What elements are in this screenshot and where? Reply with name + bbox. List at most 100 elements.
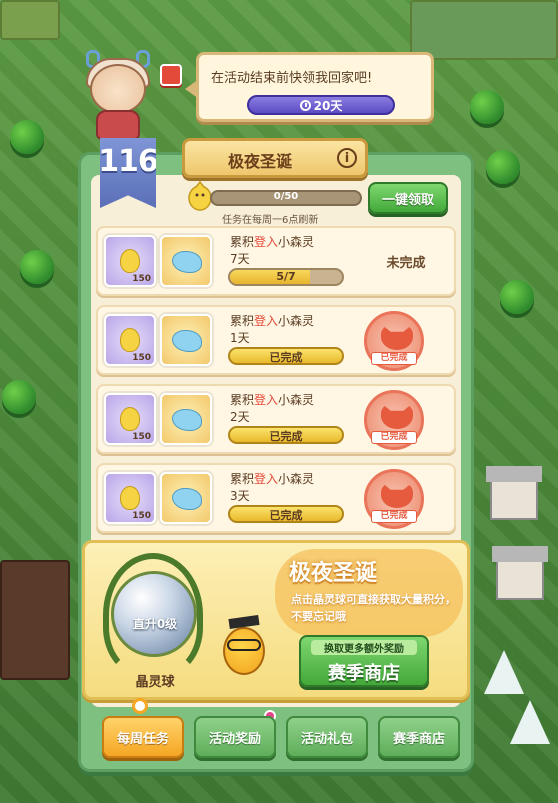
- task-desc-suffix: 小森灵: [278, 393, 315, 407]
- task-days: 3天: [230, 489, 250, 503]
- task-description: 累积登入小森灵 2天: [230, 392, 314, 426]
- task-progress-bar: 5/7: [228, 268, 344, 286]
- task-progress-bar: 已完成: [228, 426, 344, 444]
- task-row: 150 累积登入小森灵 2天 已完成 已完成: [96, 384, 456, 454]
- crystal-orb-button[interactable]: [111, 571, 197, 657]
- task-days: 1天: [230, 331, 250, 345]
- greenhouse-tiles: [410, 0, 558, 60]
- mascot-face: [90, 64, 146, 114]
- completed-stamp-icon: 已完成: [364, 311, 424, 371]
- chick-icon: [120, 328, 140, 352]
- stamp-label: 已完成: [371, 352, 417, 365]
- tree: [2, 380, 36, 414]
- task-desc-highlight: 登入: [254, 314, 279, 328]
- completed-stamp-icon: 已完成: [364, 390, 424, 450]
- weekly-progress-bar: 0/50: [210, 190, 362, 206]
- season-shop-button[interactable]: 换取更多额外奖励 赛季商店: [299, 635, 429, 687]
- snowy-pine: [484, 650, 524, 694]
- event-title: 极夜圣诞: [227, 152, 292, 171]
- task-days: 2天: [230, 410, 250, 424]
- graduation-cap-icon: [228, 614, 260, 630]
- fox-icon: [381, 482, 413, 508]
- task-desc-suffix: 小森灵: [278, 472, 315, 486]
- crystal-icon: [172, 488, 202, 510]
- tree: [470, 90, 504, 124]
- promo-card: 直升0级 晶灵球 极夜圣诞 点击晶灵球可直接获取大量积分，不要忘记哦 换取更多额…: [82, 540, 470, 700]
- task-description: 累积登入小森灵 7天: [230, 234, 314, 268]
- crystal-icon: [172, 330, 202, 352]
- task-desc-prefix: 累积: [230, 472, 255, 486]
- task-days: 7天: [230, 252, 250, 266]
- task-desc-prefix: 累积: [230, 314, 255, 328]
- tab-event-rewards[interactable]: 活动奖励: [194, 716, 276, 758]
- house: [486, 466, 542, 520]
- reward-chick-points[interactable]: 150: [104, 235, 156, 287]
- reward-crystal[interactable]: [160, 472, 212, 524]
- speech-text: 在活动结束前快领我回家吧!: [211, 71, 373, 86]
- glasses-icon: [227, 639, 261, 651]
- speech-bubble: 在活动结束前快领我回家吧! 20天: [185, 52, 434, 122]
- completed-stamp-icon: 已完成: [364, 469, 424, 529]
- reward-quantity: 150: [132, 353, 151, 363]
- shop-button-subtitle: 换取更多额外奖励: [311, 640, 417, 655]
- task-desc-highlight: 登入: [254, 472, 279, 486]
- promo-description: 点击晶灵球可直接获取大量积分，不要忘记哦: [291, 593, 456, 623]
- tree: [10, 120, 44, 154]
- deer-girl-mascot[interactable]: [80, 50, 160, 140]
- chick-body: [223, 627, 265, 675]
- crystal-icon: [172, 251, 202, 273]
- tree: [500, 280, 534, 314]
- task-progress-label: 已完成: [269, 351, 303, 364]
- reward-quantity: 150: [132, 274, 151, 284]
- event-title-plate: 极夜圣诞 i: [182, 138, 368, 178]
- task-row: 150 累积登入小森灵 3天 已完成 已完成: [96, 463, 456, 533]
- countdown-timer: 20天: [247, 95, 395, 115]
- active-tab-marker: [132, 698, 148, 714]
- fox-icon: [381, 324, 413, 350]
- tab-weekly-tasks[interactable]: 每周任务: [102, 716, 184, 758]
- ground-tile: [0, 0, 60, 40]
- reward-chick-points[interactable]: 150: [104, 472, 156, 524]
- chick-icon: [120, 486, 140, 510]
- wooden-deck: [0, 560, 70, 680]
- orb-level-label: 直升0级: [132, 617, 178, 631]
- professor-chick-mascot: [219, 613, 269, 679]
- reward-crystal[interactable]: [160, 314, 212, 366]
- reward-crystal[interactable]: [160, 235, 212, 287]
- task-desc-prefix: 累积: [230, 235, 255, 249]
- reward-crystal[interactable]: [160, 393, 212, 445]
- reward-chick-points[interactable]: 150: [104, 314, 156, 366]
- refresh-note: 任务在每周一6点刷新: [222, 215, 319, 226]
- countdown-value: 20天: [313, 98, 343, 113]
- task-desc-prefix: 累积: [230, 393, 255, 407]
- task-progress-label: 已完成: [269, 430, 303, 443]
- snowy-pine: [510, 700, 550, 744]
- book-icon[interactable]: [160, 64, 182, 86]
- chick-icon: [120, 249, 140, 273]
- tree: [20, 250, 54, 284]
- task-desc-suffix: 小森灵: [278, 314, 315, 328]
- task-desc-highlight: 登入: [254, 393, 279, 407]
- stamp-label: 已完成: [371, 431, 417, 444]
- stamp-label: 已完成: [371, 510, 417, 523]
- reward-chick-points[interactable]: 150: [104, 393, 156, 445]
- task-progress-label: 5/7: [276, 270, 296, 283]
- claim-all-button[interactable]: 一键领取: [368, 182, 448, 214]
- weekly-progress-text: 0/50: [273, 191, 299, 202]
- tree: [486, 150, 520, 184]
- reward-quantity: 150: [132, 432, 151, 442]
- house: [492, 546, 548, 600]
- task-row: 150 累积登入小森灵 7天 5/7 未完成: [96, 226, 456, 296]
- info-icon[interactable]: i: [337, 148, 357, 168]
- tab-season-shop[interactable]: 赛季商店: [378, 716, 460, 758]
- task-row: 150 累积登入小森灵 1天 已完成 已完成: [96, 305, 456, 375]
- task-description: 累积登入小森灵 1天: [230, 313, 314, 347]
- task-list[interactable]: 150 累积登入小森灵 7天 5/7 未完成 150 累积登入小森灵 1天 已完…: [96, 226, 456, 542]
- fox-icon: [381, 403, 413, 429]
- mascot-body: [96, 110, 140, 140]
- tab-event-packs[interactable]: 活动礼包: [286, 716, 368, 758]
- clock-icon: [299, 99, 311, 111]
- task-progress-bar: 已完成: [228, 347, 344, 365]
- crystal-icon: [172, 409, 202, 431]
- task-progress-label: 已完成: [269, 509, 303, 522]
